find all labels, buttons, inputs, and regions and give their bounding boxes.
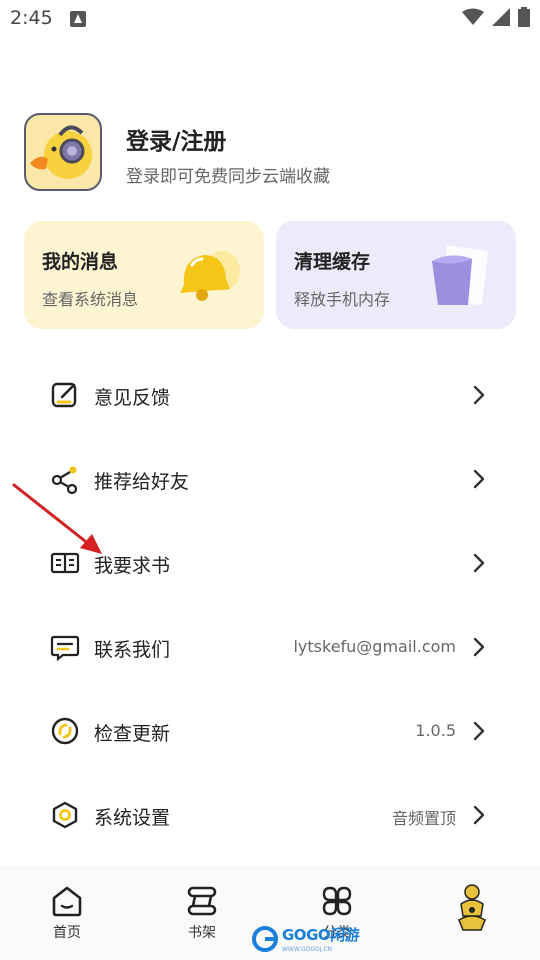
trash-cup-icon [432, 245, 488, 305]
menu-value-contact: lytskefu@gmail.com [293, 637, 456, 656]
open-book-icon [50, 552, 80, 574]
menu-row-share[interactable]: 推荐给好友 [0, 449, 540, 509]
my-messages-card[interactable]: 我的消息 查看系统消息 [24, 221, 264, 329]
nav-home[interactable]: 首页 [27, 884, 107, 944]
menu-label-settings: 系统设置 [94, 807, 171, 829]
bell-icon [180, 251, 240, 301]
chevron-right-icon [473, 637, 485, 657]
settings-hexagon-icon [52, 801, 78, 829]
status-bar: 2:45 [0, 0, 540, 40]
chat-bubble-icon [50, 635, 80, 662]
chevron-right-icon [473, 469, 485, 489]
watermark-g-icon [252, 926, 278, 952]
share-icon [51, 466, 78, 494]
menu-label-contact: 联系我们 [94, 639, 171, 661]
chevron-right-icon [473, 721, 485, 741]
menu-value-update: 1.0.5 [415, 721, 456, 740]
watermark-logo: GOGO闲游 WWW.GOGOJ.CN [252, 922, 362, 956]
chevron-right-icon [473, 553, 485, 573]
watermark-url: WWW.GOGOJ.CN [282, 946, 333, 953]
clear-cache-subtitle: 释放手机内存 [294, 290, 391, 309]
my-messages-subtitle: 查看系统消息 [42, 290, 139, 309]
category-grid-icon [322, 886, 352, 916]
edit-note-icon [51, 382, 77, 408]
refresh-circle-icon [51, 717, 79, 745]
nav-shelf[interactable]: 书架 [162, 884, 242, 944]
clear-cache-card[interactable]: 清理缓存 释放手机内存 [276, 221, 516, 329]
menu-row-update[interactable]: 检查更新 1.0.5 [0, 701, 540, 761]
nav-mine[interactable] [432, 884, 512, 944]
menu-label-update: 检查更新 [94, 723, 171, 745]
home-icon [52, 886, 82, 917]
login-subtitle: 登录即可免费同步云端收藏 [126, 167, 330, 187]
mine-duck-icon [458, 884, 486, 931]
chevron-right-icon [473, 385, 485, 405]
status-icons [462, 7, 530, 27]
notification-a-icon [70, 11, 86, 27]
watermark-text: GOGO闲游 [282, 926, 360, 944]
login-title[interactable]: 登录/注册 [126, 122, 226, 156]
menu-row-request-book[interactable]: 我要求书 [0, 533, 540, 593]
bookshelf-icon [187, 886, 217, 916]
wifi-icon [462, 8, 484, 25]
menu-row-settings[interactable]: 系统设置 音频置顶 [0, 785, 540, 845]
menu-label-request-book: 我要求书 [94, 555, 171, 577]
clear-cache-title: 清理缓存 [294, 251, 371, 273]
menu-value-settings: 音频置顶 [391, 809, 456, 828]
menu-row-feedback[interactable]: 意见反馈 [0, 365, 540, 425]
menu-label-share: 推荐给好友 [94, 471, 190, 493]
nav-home-label: 首页 [53, 925, 81, 941]
nav-shelf-label: 书架 [188, 925, 216, 941]
battery-icon [518, 7, 530, 27]
signal-icon [492, 8, 510, 26]
my-messages-title: 我的消息 [42, 251, 119, 273]
status-time: 2:45 [10, 7, 53, 29]
duck-avatar-icon [30, 125, 92, 179]
avatar[interactable] [24, 113, 102, 191]
menu-row-contact[interactable]: 联系我们 lytskefu@gmail.com [0, 617, 540, 677]
chevron-right-icon [473, 805, 485, 825]
menu-label-feedback: 意见反馈 [94, 387, 171, 409]
